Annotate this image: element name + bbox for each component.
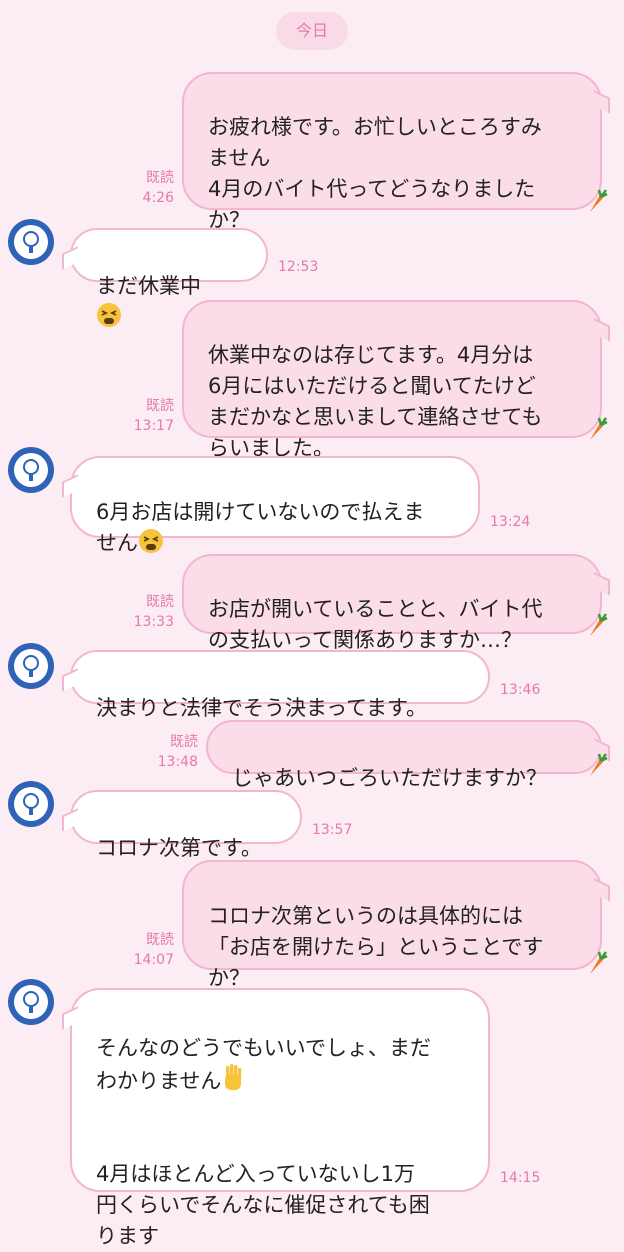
- lightbulb-avatar-icon: [14, 649, 48, 683]
- avatar[interactable]: [8, 781, 54, 827]
- message-bubble-received[interactable]: まだ休業中: [70, 228, 268, 327]
- timestamp: 12:53: [278, 259, 319, 275]
- avatar[interactable]: [8, 643, 54, 689]
- message-text: 4月はほとんど入っていないし1万 円くらいでそんなに催促されても困 ります: [96, 1162, 430, 1248]
- tired-face-icon: [97, 303, 121, 327]
- message-bubble-sent[interactable]: 休業中なのは存じてます。4月分は 6月にはいただけると聞いてたけど まだかなと思…: [182, 300, 602, 460]
- message-text: じゃあいつごろいただけますか？: [232, 766, 547, 790]
- message-bubble-sent[interactable]: お店が開いていることと、バイト代 の支払いって関係ありますか…？: [182, 554, 602, 652]
- message-text: お店が開いていることと、バイト代 の支払いって関係ありますか…？: [208, 597, 543, 652]
- timestamp: 13:57: [312, 822, 353, 838]
- timestamp: 13:24: [490, 514, 531, 530]
- message-text: コロナ次第です。: [96, 836, 262, 860]
- message-bubble-received[interactable]: 決まりと法律でそう決まってます。: [70, 650, 490, 720]
- avatar[interactable]: [8, 447, 54, 493]
- message-text: 決まりと法律でそう決まってます。: [96, 696, 427, 720]
- read-receipt: 既読 4:26: [142, 170, 174, 206]
- message-bubble-received[interactable]: コロナ次第です。: [70, 790, 302, 860]
- message-text: お疲れ様です。お忙しいところすみ ません 4月のバイト代ってどうなりました か？: [208, 115, 542, 232]
- message-text: 休業中なのは存じてます。4月分は 6月にはいただけると聞いてたけど まだかなと思…: [208, 343, 543, 460]
- carrot-icon: [590, 753, 608, 776]
- read-receipt: 既読 13:33: [133, 594, 174, 630]
- tired-face-icon: [139, 529, 163, 553]
- timestamp: 13:46: [500, 682, 541, 698]
- carrot-icon: [590, 951, 608, 974]
- carrot-icon: [590, 189, 608, 212]
- carrot-icon: [590, 417, 608, 440]
- read-receipt: 既読 13:17: [133, 398, 174, 434]
- message-bubble-sent[interactable]: じゃあいつごろいただけますか？: [206, 720, 602, 790]
- raised-hand-icon: [225, 1064, 242, 1090]
- lightbulb-avatar-icon: [14, 787, 48, 821]
- avatar[interactable]: [8, 979, 54, 1025]
- date-separator: 今日: [276, 12, 348, 50]
- avatar[interactable]: [8, 219, 54, 265]
- timestamp: 14:15: [500, 1170, 541, 1186]
- message-bubble-received[interactable]: そんなのどうでもいいでしょ、まだ わかりません 4月はほとんど入っていないし1万…: [70, 988, 490, 1248]
- lightbulb-avatar-icon: [14, 225, 48, 259]
- message-text: まだ休業中: [96, 274, 201, 298]
- message-text: そんなのどうでもいいでしょ、まだ わかりません: [96, 1036, 431, 1093]
- message-bubble-received[interactable]: 6月お店は開けていないので払えま せん: [70, 456, 480, 555]
- message-bubble-sent[interactable]: コロナ次第というのは具体的には 「お店を開けたら」ということです か？: [182, 860, 602, 990]
- lightbulb-avatar-icon: [14, 453, 48, 487]
- read-receipt: 既読 13:48: [157, 734, 198, 770]
- read-receipt: 既読 14:07: [133, 932, 174, 968]
- lightbulb-avatar-icon: [14, 985, 48, 1019]
- message-bubble-sent[interactable]: お疲れ様です。お忙しいところすみ ません 4月のバイト代ってどうなりました か？: [182, 72, 602, 232]
- message-text: コロナ次第というのは具体的には 「お店を開けたら」ということです か？: [208, 904, 544, 990]
- carrot-icon: [590, 613, 608, 636]
